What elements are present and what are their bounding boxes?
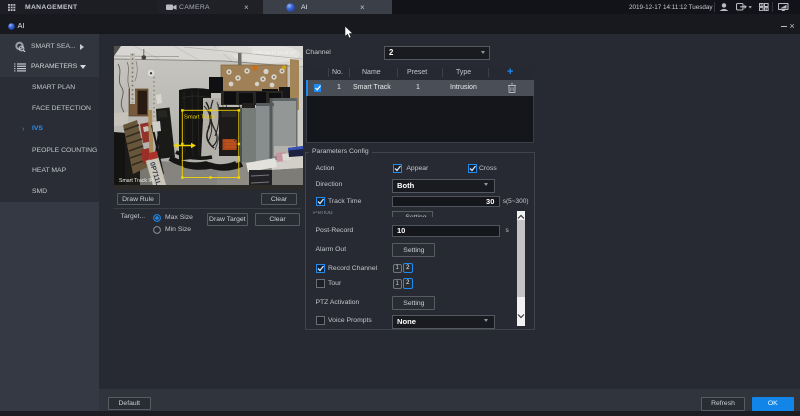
svg-text:Smart Track: Smart Track (184, 114, 215, 120)
svg-text:Smart Track IP: Smart Track IP (119, 178, 154, 184)
svg-text:CAM 12-17 14:11:12: CAM 12-17 14:11:12 (253, 50, 295, 55)
